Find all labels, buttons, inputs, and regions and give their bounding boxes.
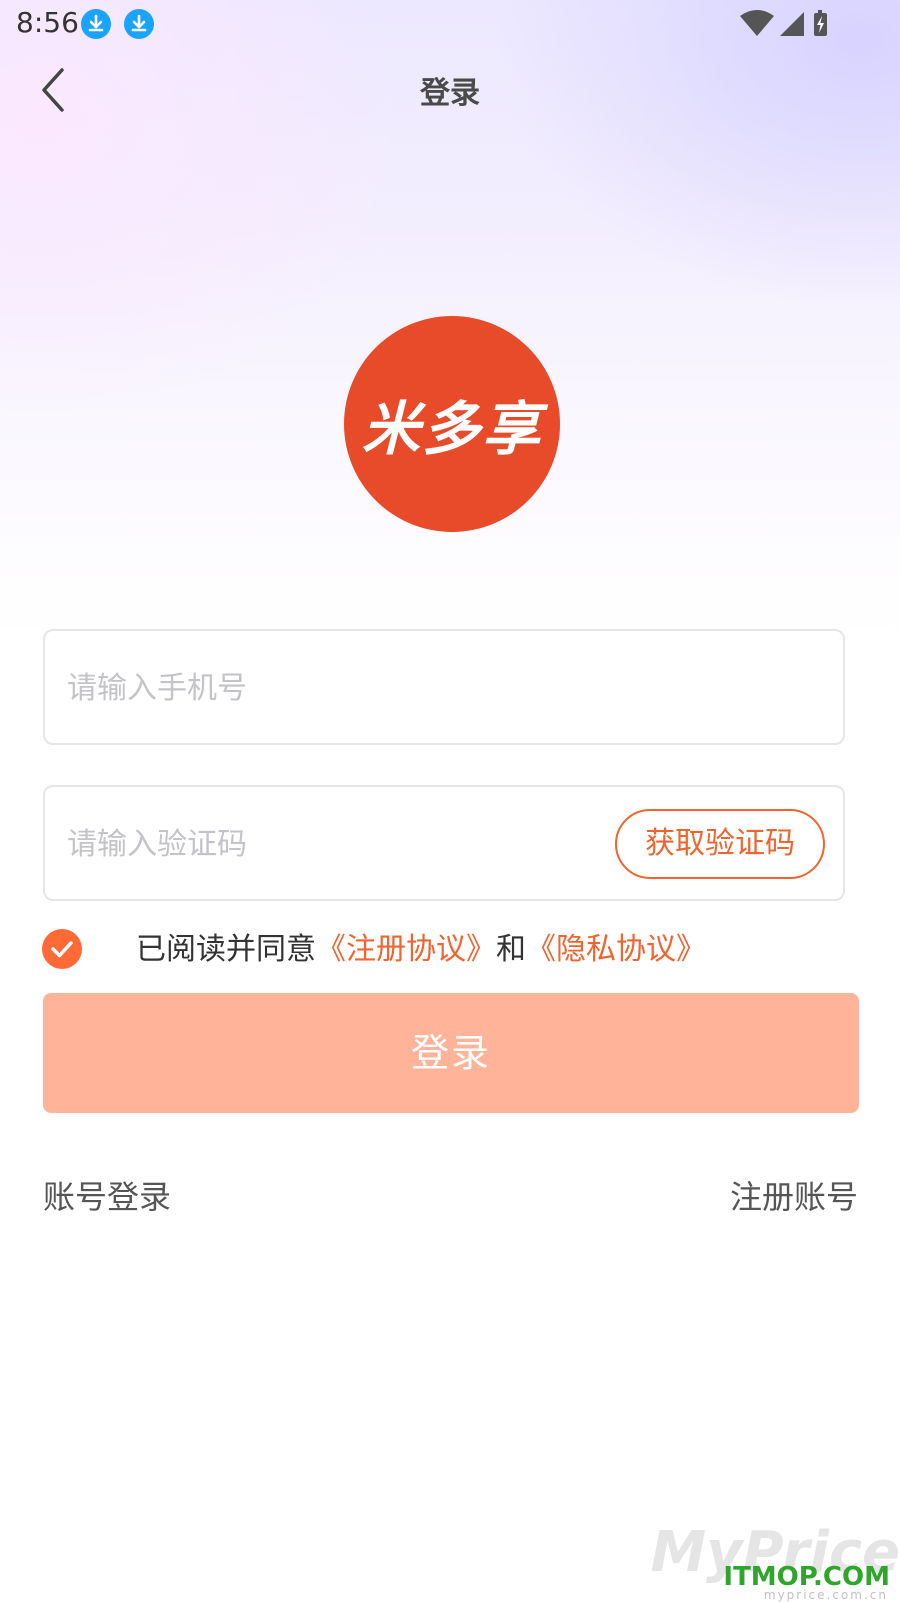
- privacy-agreement-link[interactable]: 《隐私协议》: [526, 932, 706, 967]
- download-icon: [124, 9, 154, 39]
- register-account-link[interactable]: 注册账号: [730, 1172, 858, 1218]
- signal-icon: [780, 12, 804, 36]
- register-agreement-link[interactable]: 《注册协议》: [316, 932, 496, 967]
- verification-code-input[interactable]: [65, 787, 609, 901]
- code-field: 获取验证码: [43, 785, 845, 901]
- status-icons: [740, 8, 870, 40]
- login-button[interactable]: 登录: [43, 993, 859, 1113]
- account-login-link[interactable]: 账号登录: [43, 1172, 171, 1218]
- page-title: 登录: [420, 76, 480, 111]
- status-time: 8:56: [16, 6, 79, 39]
- wifi-icon: [740, 10, 774, 36]
- agreement-text: 已阅读并同意《注册协议》和《隐私协议》: [136, 930, 706, 970]
- phone-field: [43, 629, 845, 745]
- agreement-prefix: 已阅读并同意: [136, 932, 316, 967]
- get-code-button[interactable]: 获取验证码: [615, 809, 825, 879]
- watermark: MyPrice ITMOP.COM myprice.com.cn: [650, 1520, 900, 1602]
- app-logo: 米多享: [344, 316, 560, 532]
- battery-charging-icon: [814, 10, 827, 36]
- phone-input[interactable]: [65, 631, 829, 745]
- agreement-checkbox[interactable]: [42, 929, 82, 969]
- status-bar: 8:56: [0, 0, 900, 48]
- download-icon: [81, 9, 111, 39]
- checkmark-icon: [51, 941, 73, 958]
- logo-text: 米多享: [361, 395, 542, 463]
- agreement-conjunction: 和: [496, 932, 526, 967]
